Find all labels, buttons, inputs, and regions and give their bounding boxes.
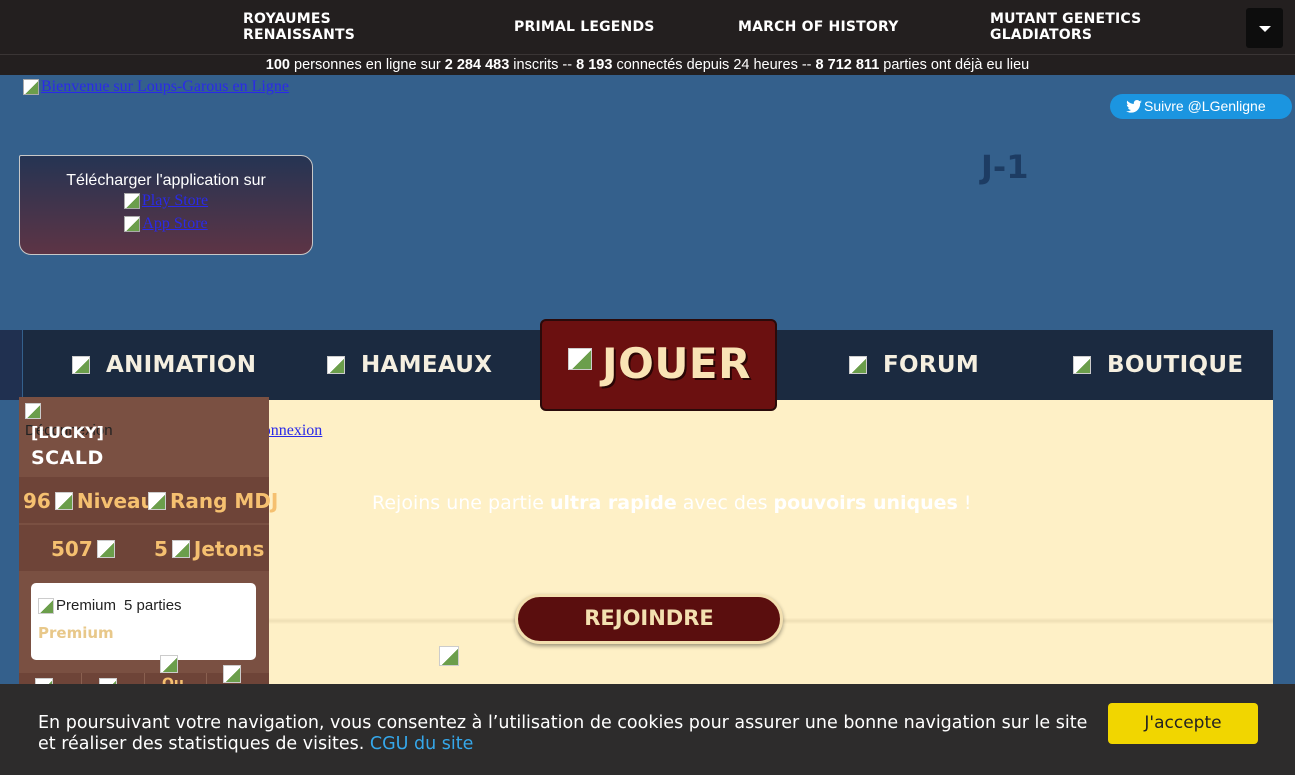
menu-animation-label: ANIMATION	[106, 352, 257, 378]
top-navigation-bar: ROYAUMES RENAISSANTS PRIMAL LEGENDS MARC…	[0, 0, 1295, 55]
twitter-bird-icon	[1126, 100, 1142, 113]
broken-image-icon	[123, 193, 140, 209]
stats-text: personnes en ligne sur	[289, 57, 445, 73]
profile-panel: Déconnexion [LUCKY] SCALD 96 Niveau Rang…	[19, 397, 278, 697]
hameaux-icon	[327, 356, 345, 374]
site-logo-alt-text[interactable]: Bienvenue sur Loups-Garous en Ligne	[41, 78, 289, 96]
action-icon[interactable]	[223, 665, 241, 683]
accept-cookies-button[interactable]: J'accepte	[1108, 703, 1258, 744]
day-counter: J-1	[981, 148, 1029, 186]
premium-alt-text: Premium	[56, 597, 117, 614]
promo-text-part: avec des	[676, 492, 774, 514]
game-link-line: MARCH OF HISTORY	[738, 19, 899, 35]
play-icon	[568, 348, 592, 370]
play-button-label: JOUER	[602, 339, 751, 388]
stats-text: connectés depuis 24 heures --	[612, 57, 816, 73]
game-link-line: RENAISSANTS	[243, 27, 356, 43]
more-games-dropdown-button[interactable]	[1246, 8, 1283, 48]
game-link-line: MUTANT GENETICS	[990, 11, 1142, 27]
menu-boutique[interactable]: BOUTIQUE	[1073, 352, 1243, 378]
cookie-message-text: En poursuivant votre navigation, vous co…	[38, 713, 1088, 754]
site-logo-link[interactable]: Bienvenue sur Loups-Garous en Ligne	[23, 78, 289, 96]
rank-stat[interactable]: Rang MDJ	[148, 489, 278, 513]
player-tag: [LUCKY]	[31, 423, 104, 442]
premium-card[interactable]: Premium 5 parties Premium	[31, 583, 256, 660]
menu-forum[interactable]: FORUM	[849, 352, 979, 378]
online-count: 100	[265, 57, 290, 73]
app-download-title: Télécharger l'application sur	[66, 172, 266, 189]
promo-text-bold: ultra rapide	[550, 492, 677, 514]
play-button[interactable]: JOUER	[540, 319, 777, 411]
caret-down-icon	[1259, 26, 1271, 32]
site-stats-bar: 100 personnes en ligne sur 2 284 483 ins…	[0, 55, 1295, 75]
boutique-icon	[1073, 356, 1091, 374]
cgu-link[interactable]: CGU du site	[370, 734, 474, 754]
tokens-alt-text: Jetons	[193, 537, 265, 561]
app-store-link[interactable]: App Store	[20, 215, 312, 236]
tokens-icon	[171, 540, 190, 558]
premium-icon	[38, 597, 54, 614]
premium-games: 5 parties	[124, 597, 182, 614]
menu-hameaux[interactable]: HAMEAUX	[327, 352, 492, 378]
forum-icon	[849, 356, 867, 374]
twitter-follow-button[interactable]: Suivre @LGenligne	[1110, 94, 1292, 119]
level-icon	[54, 492, 73, 510]
broken-image-icon	[23, 79, 39, 95]
promo-text: Rejoins une partie ultra rapide avec des…	[372, 492, 972, 514]
game-link-line: ROYAUMES	[243, 11, 331, 27]
game-link-line: PRIMAL LEGENDS	[514, 19, 655, 35]
broken-image-icon	[439, 646, 459, 666]
game-link-primal-legends[interactable]: PRIMAL LEGENDS	[514, 19, 655, 35]
games-count: 8 712 811	[815, 57, 880, 73]
animation-icon	[72, 356, 90, 374]
promo-text-part: !	[957, 492, 972, 514]
level-value: 96	[23, 489, 51, 513]
app-store-badge: App Store	[124, 215, 208, 233]
player-name[interactable]: SCALD	[31, 447, 104, 469]
app-store-alt-text[interactable]: App Store	[142, 215, 207, 233]
registered-count: 2 284 483	[444, 57, 510, 73]
stats-text: inscrits --	[509, 57, 577, 73]
stats-row: 507 5 Jetons	[19, 525, 269, 571]
broken-image-icon	[124, 216, 141, 232]
stats-text: parties ont déjà eu lieu	[879, 57, 1030, 73]
play-store-link[interactable]: Play Store	[20, 192, 312, 213]
avatar[interactable]	[25, 403, 41, 419]
rank-alt-text: Rang MDJ	[170, 489, 279, 513]
points-icon	[96, 540, 115, 558]
game-link-line: GLADIATORS	[990, 27, 1093, 43]
app-download-box: Télécharger l'application sur Play Store…	[19, 155, 313, 255]
game-link-mutant-genetics-gladiators[interactable]: MUTANT GENETICS GLADIATORS	[990, 11, 1141, 43]
action-icon[interactable]	[160, 655, 178, 673]
side-tab-handle[interactable]	[0, 330, 22, 400]
cookie-message: En poursuivant votre navigation, vous co…	[38, 713, 1088, 755]
premium-label: Premium	[38, 624, 114, 642]
game-link-march-of-history[interactable]: MARCH OF HISTORY	[738, 19, 899, 35]
level-alt-text: Niveau	[76, 489, 155, 513]
menu-hameaux-label: HAMEAUX	[361, 352, 493, 378]
cookie-banner: En poursuivant votre navigation, vous co…	[0, 684, 1295, 775]
stats-row: 96 Niveau Rang MDJ	[19, 477, 278, 523]
menu-animation[interactable]: ANIMATION	[72, 352, 256, 378]
points-stat: 507	[51, 537, 115, 561]
level-stat: 96 Niveau	[23, 489, 155, 513]
promo-text-part: Rejoins une partie	[372, 492, 550, 514]
tokens-value: 5	[154, 537, 168, 561]
game-link-royaumes-renaissants[interactable]: ROYAUMES RENAISSANTS	[243, 11, 355, 43]
menu-forum-label: FORUM	[883, 352, 980, 378]
rank-icon	[148, 492, 166, 510]
connected-count: 8 193	[576, 57, 613, 73]
play-store-badge: Play Store	[123, 192, 208, 210]
join-game-button[interactable]: REJOINDRE	[515, 594, 783, 644]
play-store-alt-text[interactable]: Play Store	[142, 192, 208, 210]
menu-boutique-label: BOUTIQUE	[1107, 352, 1244, 378]
points-value: 507	[51, 537, 93, 561]
premium-info: Premium 5 parties	[38, 597, 182, 614]
tokens-stat[interactable]: 5 Jetons	[154, 537, 264, 561]
twitter-follow-label: Suivre @LGenligne	[1144, 98, 1266, 114]
promo-text-bold: pouvoirs uniques	[773, 492, 958, 514]
